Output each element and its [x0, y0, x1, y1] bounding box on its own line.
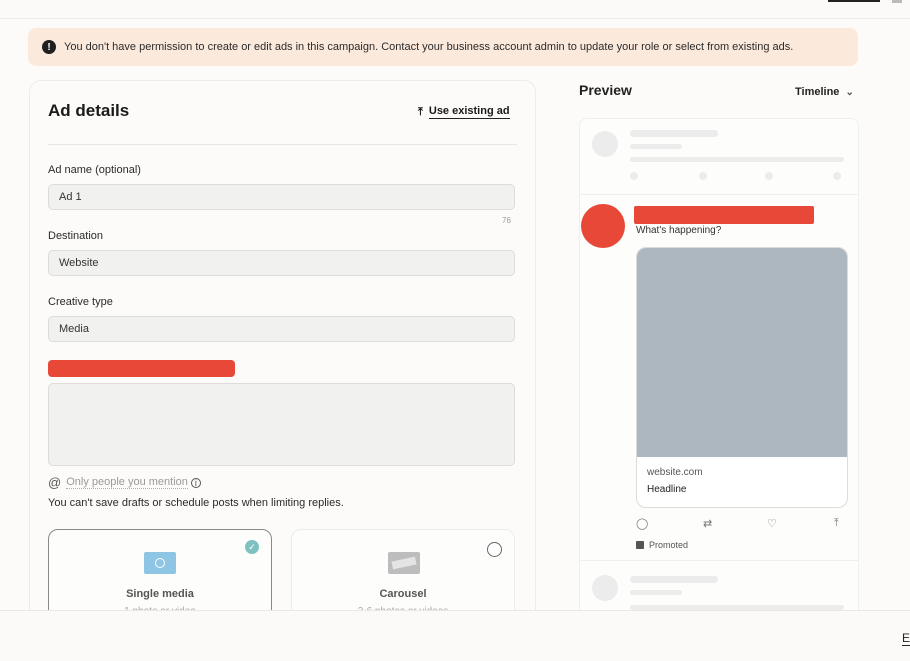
reply-setting[interactable]: @ Only people you mention i	[48, 475, 201, 490]
share-icon[interactable]: ⤒	[834, 517, 839, 530]
footer-link[interactable]: E	[901, 631, 910, 646]
preview-panel: What's happening? website.com Headline ◯…	[579, 118, 859, 642]
creative-type-label: Creative type	[48, 296, 113, 308]
card-headline: Headline	[647, 484, 687, 495]
skeleton-line	[630, 144, 682, 149]
ad-details-card: Ad details ⤒ Use existing ad Ad name (op…	[29, 80, 536, 642]
character-counter: 76	[502, 216, 511, 225]
skeleton-action	[833, 172, 841, 180]
promoted-label: Promoted	[636, 540, 688, 550]
image-icon	[144, 552, 176, 574]
reply-icon[interactable]: ◯	[636, 517, 648, 530]
redacted-account-name	[634, 206, 814, 224]
skeleton-line	[630, 590, 682, 595]
at-icon: @	[48, 475, 62, 490]
promoted-text: Promoted	[649, 540, 689, 550]
carousel-icon	[388, 552, 420, 574]
skeleton-line	[630, 576, 718, 583]
info-icon[interactable]: i	[190, 477, 201, 488]
destination-select[interactable]: Website	[48, 250, 515, 276]
skeleton-avatar	[592, 131, 618, 157]
exclamation-icon: !	[42, 40, 56, 54]
website-card[interactable]: website.com Headline	[636, 247, 848, 508]
ad-name-input[interactable]: Ad 1	[48, 184, 515, 210]
avatar	[581, 204, 625, 248]
use-existing-ad-label: Use existing ad	[428, 105, 510, 119]
skeleton-action	[699, 172, 707, 180]
placement-dropdown[interactable]: Timeline ⌄	[795, 86, 854, 98]
repost-icon[interactable]: ⇄	[703, 517, 712, 530]
promoted-icon	[636, 541, 644, 549]
creative-type-select[interactable]: Media	[48, 316, 515, 342]
destination-label: Destination	[48, 230, 104, 242]
use-existing-ad-button[interactable]: ⤒ Use existing ad	[418, 105, 510, 119]
skeleton-line	[630, 130, 718, 137]
top-bar-control[interactable]	[892, 0, 902, 3]
skeleton-action	[765, 172, 773, 180]
ad-name-label: Ad name (optional)	[48, 164, 141, 176]
like-icon[interactable]: ♡	[767, 517, 777, 530]
card-domain: website.com	[647, 467, 703, 478]
ad-details-title: Ad details	[48, 101, 130, 120]
footer-bar: E	[0, 610, 910, 661]
media-placeholder	[637, 248, 847, 457]
permission-banner-text: You don't have permission to create or e…	[64, 41, 794, 53]
limiting-replies-note: You can't save drafts or schedule posts …	[48, 497, 344, 509]
post-separator	[580, 194, 858, 195]
top-nav-link-underline[interactable]	[828, 0, 880, 2]
header-divider	[48, 144, 517, 145]
permission-banner: ! You don't have permission to create or…	[28, 28, 858, 66]
selected-check-icon: ✓	[245, 540, 259, 554]
chevron-down-icon: ⌄	[845, 86, 854, 98]
placement-value: Timeline	[795, 86, 840, 98]
preview-title: Preview	[579, 82, 632, 98]
post-actions: ◯ ⇄ ♡ ⤒	[636, 517, 848, 531]
upload-icon: ⤒	[418, 105, 423, 118]
skeleton-action	[630, 172, 638, 180]
skeleton-avatar	[592, 575, 618, 601]
skeleton-line	[630, 157, 844, 162]
reply-setting-link[interactable]: Only people you mention	[66, 476, 188, 489]
carousel-title: Carousel	[379, 588, 427, 600]
post-text: What's happening?	[636, 225, 722, 236]
ad-text-input[interactable]	[48, 383, 515, 466]
post-separator	[580, 560, 858, 561]
single-media-title: Single media	[126, 588, 194, 600]
top-bar	[0, 0, 910, 19]
carousel-radio[interactable]	[487, 542, 502, 557]
redacted-label	[48, 360, 235, 377]
